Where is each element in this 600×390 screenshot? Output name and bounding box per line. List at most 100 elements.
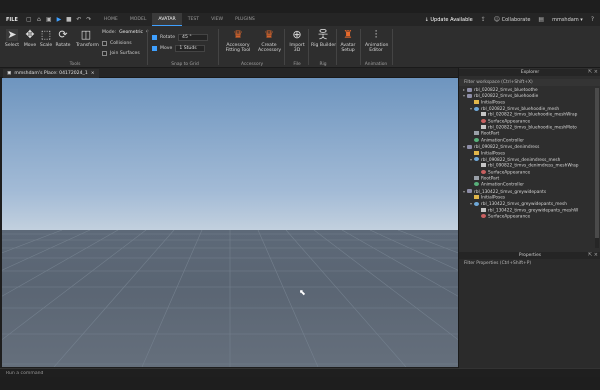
collaborate-button[interactable]: ☺ Collaborate [494, 16, 531, 23]
explorer-item-label: SurfaceAppearance [488, 214, 531, 220]
group-label-accessory: Accessory [240, 62, 264, 67]
explorer-title: Explorer [520, 70, 540, 75]
join-surfaces-toggle[interactable]: Join Surfaces [102, 51, 140, 56]
explorer-item[interactable]: ▾ rbl_020822_timvs_bluehoodie_mesh [459, 106, 595, 112]
document-tab[interactable]: ▣ mmshdam's Place: 04172024_1 × [3, 69, 99, 78]
move-arrows-icon: ✥ [25, 28, 35, 41]
file-menu-button[interactable]: FILE [0, 17, 24, 23]
explorer-item-label: rbl_020822_timvs_bluehoodie_meshMoto [488, 125, 577, 131]
explorer-item[interactable]: ▾ rbl_090822_timvs_denimdress_mesh [459, 157, 595, 163]
explorer-item[interactable]: SurfaceAppearance [459, 169, 595, 176]
transform-tool-button[interactable]: ◫ Transform [76, 29, 99, 49]
command-input[interactable] [6, 370, 306, 377]
command-bar [0, 368, 600, 377]
undo-icon[interactable]: ↶ [76, 16, 82, 23]
explorer-scrollbar[interactable] [595, 88, 599, 248]
collisions-checkbox[interactable] [102, 41, 107, 46]
update-available-link[interactable]: ↓ Update Available [425, 17, 473, 23]
group-label-tools: Tools [69, 62, 81, 67]
rig-figure-icon: 웃 [317, 28, 329, 41]
snap-rotate-checkbox[interactable] [152, 35, 157, 40]
collisions-label: Collisions [110, 41, 132, 46]
explorer-item[interactable]: ▾ rbl_090822_timvs_denimdress [459, 144, 595, 150]
divider [308, 29, 309, 65]
select-tool-button[interactable]: ➤ Select [2, 28, 22, 49]
snap-move-checkbox[interactable] [152, 46, 157, 51]
anim-icon [474, 137, 479, 142]
collisions-toggle[interactable]: Collisions [102, 41, 132, 46]
redo-icon[interactable]: ↷ [86, 16, 92, 23]
explorer-filter[interactable]: Filter workspace (Ctrl+Shift+X) [459, 79, 600, 86]
close-icon[interactable]: × [91, 69, 95, 78]
explorer-item[interactable]: RootPart [459, 175, 595, 182]
new-file-icon[interactable]: ▢ [26, 16, 32, 23]
mode-selector: Mode: Geometric ▾ [102, 30, 148, 35]
explorer-item[interactable]: rbl_020822_timvs_bluehoodie_meshMoto [459, 125, 595, 131]
animation-editor-button[interactable]: ⫶ Animation Editor [365, 29, 388, 54]
select-label: Select [4, 43, 20, 48]
globe-import-icon: ⊕ [292, 28, 302, 41]
tab-view[interactable]: VIEW [205, 13, 229, 26]
cursor-arrow-icon: ➤ [6, 28, 18, 41]
open-folder-icon[interactable]: ⌂ [36, 16, 42, 23]
avatar-setup-button[interactable]: ♜ Avatar Setup [338, 28, 358, 54]
explorer-item-label: rbl_130422_timvs_greywidepants_meshW [488, 208, 579, 214]
panel-controls[interactable]: ⇱ × [588, 69, 598, 76]
group-label-rig: Rig [319, 62, 327, 67]
properties-title: Properties [518, 253, 542, 258]
play-icon[interactable]: ▶ [56, 16, 62, 23]
rotate-increment-input[interactable]: 45 ° [178, 34, 209, 41]
explorer-item[interactable]: InitialPoses [459, 99, 595, 106]
panel-controls[interactable]: ⇱ × [588, 252, 598, 259]
accessory-fitting-tool-button[interactable]: ♛ Accessory Fitting Tool [226, 29, 251, 54]
explorer-item[interactable]: RootPart [459, 131, 595, 137]
join-surfaces-checkbox[interactable] [102, 51, 107, 56]
explorer-item[interactable]: ▾ rbl_130422_timvs_greywidepants [459, 189, 595, 195]
share-icon[interactable]: ⇪ [481, 16, 486, 23]
explorer-item[interactable]: rbl_090822_timvs_denimdress_meshWrap [459, 163, 595, 169]
move-increment-input[interactable]: 1 Studs [175, 45, 206, 52]
rotate-tool-button[interactable]: ⟳ Rotate [53, 29, 73, 49]
explorer-item[interactable]: ▾ rbl_020822_timvs_bluehoodie [459, 93, 595, 99]
3d-viewport[interactable]: ⬉ [2, 78, 458, 367]
explorer-item[interactable]: SurfaceAppearance [459, 214, 595, 220]
rig-builder-label: Rig Builder [311, 43, 337, 48]
rig-builder-button[interactable]: 웃 Rig Builder [311, 28, 337, 49]
model-icon [467, 189, 472, 194]
tab-avatar[interactable]: AVATAR [152, 13, 182, 26]
explorer-item[interactable]: ▸ rbl_020822_timvs_bluetoothe [459, 87, 595, 93]
create-accessory-label: Create Accessory [258, 43, 282, 53]
stop-icon[interactable]: ■ [66, 16, 72, 23]
tab-model[interactable]: MODEL [124, 13, 153, 26]
wrap-icon [481, 207, 486, 212]
tab-test[interactable]: TEST [182, 13, 205, 26]
mode-dropdown[interactable]: Geometric [119, 30, 143, 35]
collaborate-icon: ☺ [493, 16, 501, 23]
explorer-item[interactable]: rbl_020822_timvs_bluehoodie_meshWrap [459, 112, 595, 118]
divider [392, 29, 393, 65]
explorer-item[interactable]: InitialPoses [459, 194, 595, 201]
surf-icon [481, 118, 486, 123]
import-3d-button[interactable]: ⊕ Import 3D [287, 28, 307, 54]
wrap-icon [481, 112, 486, 117]
user-menu[interactable]: mmshdam ▾ [552, 17, 583, 23]
explorer-item[interactable]: ▾ rbl_130422_timvs_greywidepants_mesh [459, 201, 595, 207]
explorer-item[interactable]: AnimationController [459, 137, 595, 144]
avatar-setup-icon: ♜ [343, 28, 353, 41]
help-icon[interactable]: ? [591, 16, 594, 23]
create-accessory-button[interactable]: ♛ Create Accessory [258, 29, 282, 54]
model-icon [467, 144, 472, 149]
explorer-item[interactable]: AnimationController [459, 182, 595, 188]
tab-home[interactable]: HOME [98, 13, 124, 26]
properties-filter[interactable]: Filter Properties (Ctrl+Shift+P) [459, 260, 600, 267]
scrollbar-thumb[interactable] [595, 88, 599, 238]
notifications-icon[interactable]: ▤ [538, 16, 544, 23]
explorer-item[interactable]: InitialPoses [459, 150, 595, 157]
save-icon[interactable]: ▣ [46, 16, 52, 23]
explorer-item[interactable]: SurfaceAppearance [459, 118, 595, 125]
explorer-item-label: rbl_130422_timvs_greywidepants_mesh [481, 202, 567, 208]
explorer-item-label: SurfaceAppearance [488, 170, 531, 176]
explorer-item-label: rbl_090822_timvs_denimdress_meshWrap [488, 163, 579, 169]
explorer-item[interactable]: rbl_130422_timvs_greywidepants_meshW [459, 207, 595, 214]
tab-plugins[interactable]: PLUGINS [229, 13, 261, 26]
